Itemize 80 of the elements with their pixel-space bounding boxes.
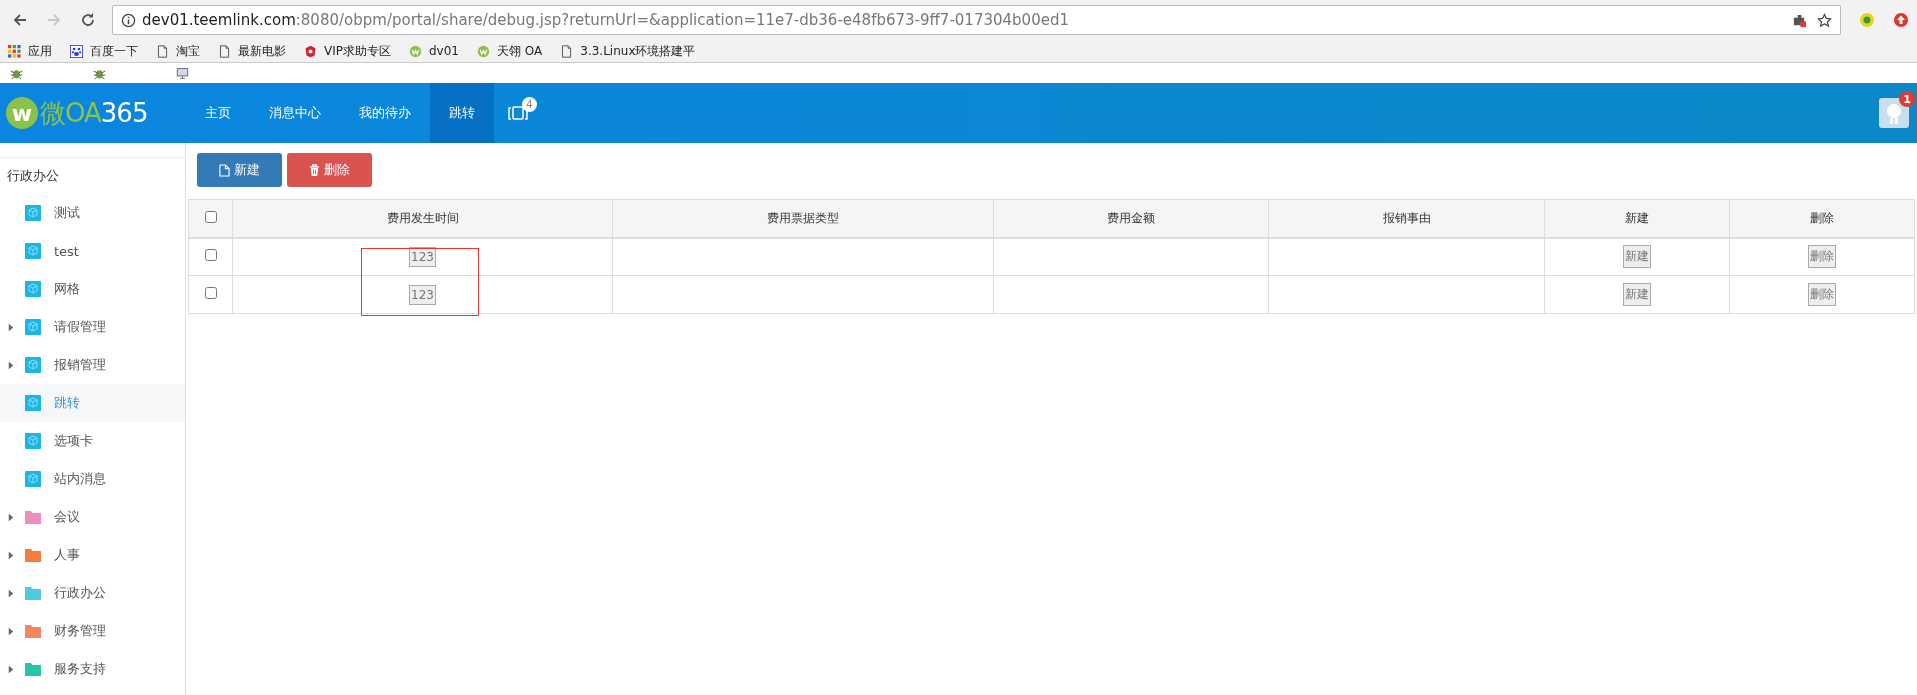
cell-button[interactable]: 新建 — [1623, 245, 1651, 269]
expand-caret-icon[interactable] — [8, 664, 14, 674]
sidebar-item[interactable]: 会议 — [0, 498, 185, 536]
sidebar-item[interactable]: 选项卡 — [0, 422, 185, 460]
monitor-icon[interactable] — [176, 66, 189, 80]
sidebar-item[interactable]: 服务支持 — [0, 650, 185, 688]
bookmark[interactable]: 百度一下 — [70, 42, 138, 60]
column-header: 删除 — [1729, 199, 1915, 238]
back-icon[interactable] — [12, 12, 28, 28]
nav-tab[interactable]: 主页 — [186, 83, 250, 143]
nav-tab[interactable]: 我的待办 — [340, 83, 430, 143]
row-checkbox[interactable] — [204, 287, 217, 299]
bookmark[interactable]: 天翎 OA — [477, 42, 543, 60]
cube-icon — [25, 281, 41, 297]
column-header: 费用金额 — [993, 199, 1269, 238]
bookmark[interactable]: VIP求助专区 — [304, 42, 391, 60]
cube-icon — [25, 243, 41, 259]
nav-tab[interactable]: 消息中心 — [250, 83, 340, 143]
trash-icon — [309, 163, 320, 177]
bookmark[interactable]: 3.3.Linux环境搭建平 — [560, 42, 696, 60]
apps-grid-icon — [8, 44, 21, 58]
cell-button[interactable]: 123 — [409, 284, 436, 305]
page-icon — [560, 44, 574, 58]
chat-bubble-icon — [477, 44, 490, 58]
sidebar-item[interactable]: 网格 — [0, 270, 185, 308]
column-header: 费用票据类型 — [612, 199, 994, 238]
bookmark[interactable]: 最新电影 — [218, 42, 286, 60]
chat-bubble-icon — [409, 44, 422, 58]
cell-button[interactable]: 删除 — [1808, 245, 1836, 269]
extension-icon[interactable] — [1859, 12, 1875, 28]
sidebar-item[interactable]: 人事 — [0, 536, 185, 574]
cell-button[interactable]: 新建 — [1623, 283, 1651, 306]
bookmark[interactable]: 应用 — [8, 42, 52, 60]
expand-caret-icon[interactable] — [8, 588, 14, 598]
puzzle-icon[interactable] — [1792, 12, 1807, 28]
cell-button[interactable]: 删除 — [1808, 283, 1836, 306]
cube-icon — [25, 205, 41, 221]
count-badge: 4 — [522, 97, 537, 112]
address-bar[interactable]: dev01.teemlink.com:8080/obpm/portal/share/debug.jsp?returnUrl=&application=11e7-db36-e48fb673-9ff7-017304b00ed1 — [112, 5, 1841, 35]
expand-caret-icon[interactable] — [8, 550, 14, 560]
sidebar-item[interactable]: 测试 — [0, 194, 185, 232]
page-icon — [156, 44, 169, 58]
column-header: 费用发生时间 — [232, 199, 613, 238]
expand-caret-icon[interactable] — [8, 512, 14, 522]
delete-button[interactable]: 删除 — [287, 153, 372, 187]
sidebar-heading: 行政办公 — [6, 167, 60, 185]
info-icon[interactable] — [121, 12, 136, 28]
paw-icon — [70, 44, 83, 58]
logo[interactable]: w 微OA365 — [0, 83, 186, 143]
new-button[interactable]: 新建 — [197, 153, 282, 187]
sidebar-item[interactable]: 行政办公 — [0, 574, 185, 612]
cube-icon — [25, 395, 41, 411]
cube-icon — [25, 319, 41, 335]
bookmark[interactable]: 淘宝 — [156, 42, 200, 60]
sidebar-item[interactable]: 报销管理 — [0, 346, 185, 384]
vip-icon — [304, 44, 317, 58]
reload-icon[interactable] — [80, 12, 96, 28]
cube-icon — [25, 471, 41, 487]
cube-icon — [25, 357, 41, 373]
column-header: 新建 — [1544, 199, 1730, 238]
page-icon — [218, 44, 231, 58]
expand-caret-icon[interactable] — [8, 626, 14, 636]
expand-caret-icon[interactable] — [8, 322, 14, 332]
bookmark[interactable]: dv01 — [409, 44, 459, 58]
star-icon[interactable] — [1817, 12, 1832, 28]
row-checkbox[interactable] — [204, 249, 217, 262]
notification-badge: 1 — [1899, 91, 1915, 107]
windows-icon[interactable] — [508, 105, 528, 121]
upload-icon[interactable] — [1893, 12, 1909, 28]
sidebar-item[interactable]: 财务管理 — [0, 612, 185, 650]
sidebar-item[interactable]: 请假管理 — [0, 308, 185, 346]
document-icon — [219, 163, 230, 177]
expand-caret-icon[interactable] — [8, 360, 14, 370]
select-all-checkbox[interactable] — [204, 210, 217, 223]
nav-tab[interactable]: 跳转 — [430, 83, 494, 143]
column-header: 报销事由 — [1268, 199, 1545, 238]
sidebar-item[interactable]: 站内消息 — [0, 460, 185, 498]
sidebar-item[interactable]: test — [0, 232, 185, 270]
cube-icon — [25, 433, 41, 449]
cell-button[interactable]: 123 — [409, 246, 436, 267]
